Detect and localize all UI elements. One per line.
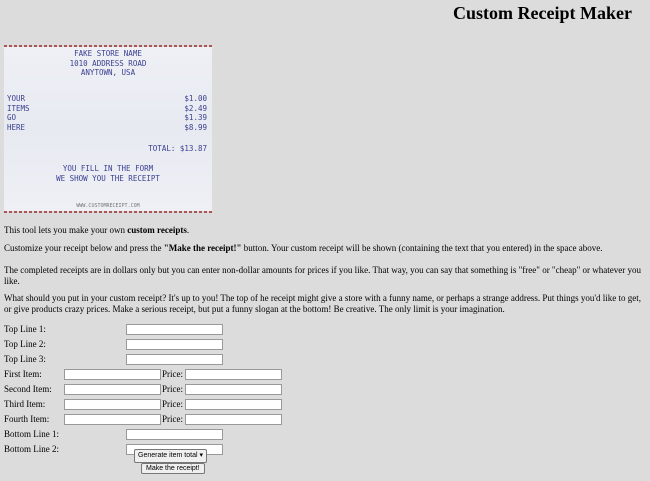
receipt-site-url: WWW.CUSTOMRECEIPT.COM <box>76 202 140 209</box>
total-select-value: Generate item total <box>138 452 198 459</box>
fourth-item-input[interactable] <box>64 413 161 425</box>
top-line-2-label: Top Line 2: <box>4 339 46 349</box>
first-item-label: First Item: <box>4 369 42 379</box>
bottom-line-1-input[interactable] <box>126 428 223 440</box>
fourth-price-label: Price: <box>162 414 183 424</box>
intro-end: . <box>186 225 190 235</box>
receipt-item-name: HERE <box>7 122 26 132</box>
first-price-label: Price: <box>162 369 183 379</box>
total-select[interactable]: Generate item total ▾ <box>134 449 207 463</box>
customize-bold: "Make the receipt!" <box>163 243 242 253</box>
customize-text: Customize your receipt below and press t… <box>4 243 164 253</box>
receipt-item-price: $2.49 <box>184 103 207 113</box>
receipt-header: FAKE STORE NAME 1010 ADDRESS ROAD ANYTOW… <box>4 49 212 78</box>
customize-paragraph: Customize your receipt below and press t… <box>4 243 644 254</box>
form-row-top-1: Top Line 1: <box>4 322 282 336</box>
receipt-item-row: GO $1.39 <box>7 113 207 123</box>
form-row-top-3: Top Line 3: <box>4 352 282 366</box>
receipt-form: Top Line 1: Top Line 2: Top Line 3: Firs… <box>4 322 282 457</box>
bottom-line-1-label: Bottom Line 1: <box>4 429 59 439</box>
dollars-paragraph: The completed receipts are in dollars on… <box>4 265 641 286</box>
page-title: Custom Receipt Maker <box>453 3 632 23</box>
receipt-footer-line-1: YOU FILL IN THE FORM <box>62 164 154 173</box>
receipt-item-price: $1.00 <box>184 94 207 103</box>
first-price-input[interactable] <box>185 368 282 380</box>
second-price-label: Price: <box>162 384 183 394</box>
receipt-item-name: YOUR <box>7 94 26 103</box>
intro-paragraph: This tool lets you make your own custom … <box>4 225 644 236</box>
intro-text: This tool lets you make your own <box>4 225 128 235</box>
total-select-wrap: Generate item total ▾ <box>134 449 207 463</box>
bottom-line-2-label: Bottom Line 2: <box>4 444 59 454</box>
top-line-1-input[interactable] <box>126 323 223 335</box>
receipt-footer-line-2: WE SHOW YOU THE RECEIPT <box>56 173 160 183</box>
receipt-total: TOTAL: $13.87 <box>148 144 207 153</box>
receipt-item-row: YOUR $1.00 <box>7 94 207 104</box>
form-row-item-4: Fourth Item: Price: <box>4 412 282 426</box>
third-item-input[interactable] <box>64 398 161 410</box>
receipt-item-price: $8.99 <box>184 122 207 132</box>
receipt-item-row: ITEMS $2.49 <box>7 104 207 114</box>
top-line-2-input[interactable] <box>126 338 223 350</box>
fourth-price-input[interactable] <box>185 413 282 425</box>
receipt-header-line-3: ANYTOWN, USA <box>80 68 136 77</box>
receipt-preview: FAKE STORE NAME 1010 ADDRESS ROAD ANYTOW… <box>4 45 212 213</box>
form-row-item-3: Third Item: Price: <box>4 397 282 411</box>
customize-end: button. Your custom receipt will be show… <box>241 243 603 253</box>
make-receipt-button[interactable]: Make the receipt! <box>141 463 205 474</box>
ideas-paragraph: What should you put in your custom recei… <box>4 293 641 314</box>
receipt-tear-bottom <box>4 211 212 213</box>
caret-down-icon: ▾ <box>199 452 203 459</box>
second-price-input[interactable] <box>185 383 282 395</box>
receipt-footer: YOU FILL IN THE FORM WE SHOW YOU THE REC… <box>4 164 212 183</box>
fourth-item-label: Fourth Item: <box>4 414 50 424</box>
receipt-item-name: ITEMS <box>7 103 30 113</box>
top-line-1-label: Top Line 1: <box>4 324 46 334</box>
form-row-item-1: First Item: Price: <box>4 367 282 381</box>
receipt-item-name: GO <box>7 113 17 122</box>
second-item-label: Second Item: <box>4 384 52 394</box>
receipt-header-line-2: 1010 ADDRESS ROAD <box>69 58 147 68</box>
second-item-input[interactable] <box>64 383 161 395</box>
receipt-item-row: HERE $8.99 <box>7 123 207 133</box>
receipt-tear-top <box>4 45 212 47</box>
third-price-input[interactable] <box>185 398 282 410</box>
form-row-bottom-1: Bottom Line 1: <box>4 427 282 441</box>
top-line-3-input[interactable] <box>126 353 223 365</box>
third-item-label: Third Item: <box>4 399 46 409</box>
first-item-input[interactable] <box>64 368 161 380</box>
form-row-item-2: Second Item: Price: <box>4 382 282 396</box>
receipt-items: YOUR $1.00 ITEMS $2.49 GO $1.39 HERE $8.99 <box>7 94 207 132</box>
form-row-top-2: Top Line 2: <box>4 337 282 351</box>
receipt-item-price: $1.39 <box>184 113 207 122</box>
receipt-header-line-1: FAKE STORE NAME <box>74 49 142 58</box>
intro-bold: custom receipts <box>127 225 187 235</box>
third-price-label: Price: <box>162 399 183 409</box>
top-line-3-label: Top Line 3: <box>4 354 46 364</box>
